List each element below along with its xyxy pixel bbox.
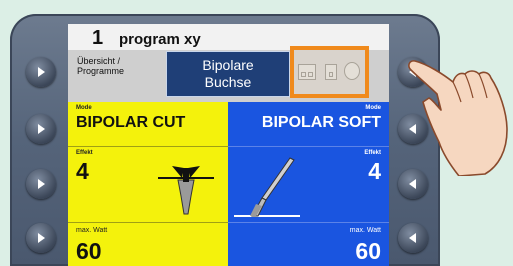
program-number: 1 [92,27,104,49]
program-name: program xy [119,31,201,48]
pointing-hand-icon [408,60,508,176]
socket-status-highlight[interactable] [290,46,369,98]
right-softkey-4[interactable] [398,223,428,253]
right-watt-value: 60 [355,238,381,264]
right-channel-panel[interactable]: Mode BIPOLAR SOFT Effekt 4 max. Watt 60 [228,102,389,266]
arrow-right-icon [38,179,45,189]
left-mode-label: Mode [76,105,92,111]
overview-programs-label[interactable]: Übersicht / Programme [77,56,157,76]
arrow-right-icon [38,233,45,243]
overview-line1: Übersicht / [77,56,121,66]
socket-popup: Bipolare Buchse [166,51,290,97]
arrow-right-icon [38,124,45,134]
socket-double-icon [298,64,316,80]
right-effect-label: Effekt [364,150,381,156]
left-softkey-3[interactable] [26,169,56,199]
bipolar-forceps-icon [158,166,214,215]
arrow-right-icon [38,67,45,77]
right-mode-label: Mode [365,105,381,111]
right-mode-value: BIPOLAR SOFT [261,114,381,131]
left-divider-1 [68,146,228,147]
left-effect-label: Effekt [76,150,93,156]
right-effect-value: 4 [368,158,381,184]
socket-round-icon [344,62,360,80]
right-watt-label: max. Watt [349,227,381,234]
left-watt-value: 60 [76,238,102,264]
arrow-left-icon [409,233,416,243]
left-channel-panel[interactable]: Mode BIPOLAR CUT Effekt 4 max. Watt 60 [68,102,228,266]
popup-line2: Buchse [204,74,252,90]
display-screen: 1 program xy Übersicht / Programme Bipol… [68,24,389,266]
overview-line2: Programme [77,66,125,76]
left-effect-value: 4 [76,158,89,184]
left-softkey-2[interactable] [26,114,56,144]
arrow-left-icon [409,179,416,189]
socket-single-icon [325,64,337,80]
left-softkey-1[interactable] [26,57,56,87]
bipolar-instrument-icon [234,157,300,217]
right-divider-1 [228,146,389,147]
left-divider-2 [68,222,228,223]
left-softkey-4[interactable] [26,223,56,253]
left-mode-value: BIPOLAR CUT [76,114,186,131]
popup-line1: Bipolare [202,57,254,73]
stage: 1 program xy Übersicht / Programme Bipol… [0,0,513,266]
left-watt-label: max. Watt [76,227,108,234]
